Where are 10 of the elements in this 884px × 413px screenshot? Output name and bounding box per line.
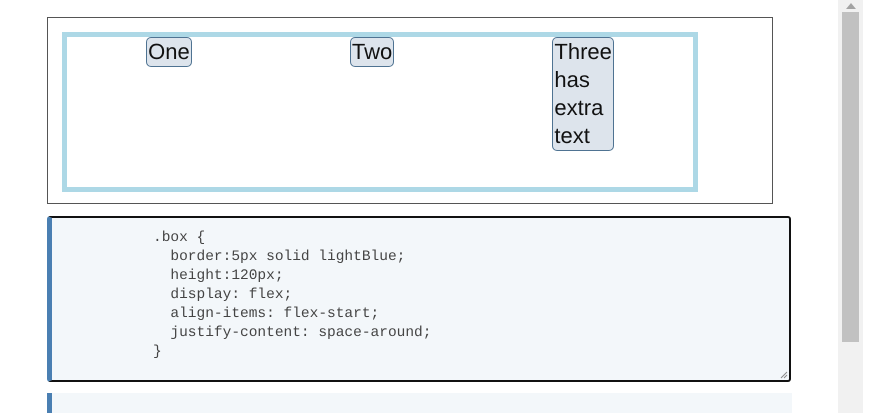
scroll-up-arrow-icon[interactable] — [846, 3, 856, 9]
scrollbar[interactable] — [838, 0, 863, 413]
scrollbar-thumb[interactable] — [842, 12, 859, 342]
code-text: .box { border:5px solid lightBlue; height:120px; display: flex; align-items: flex-start; justify-content: space-around; } — [153, 229, 432, 362]
flex-item: One — [146, 37, 192, 67]
flex-item: Three has extra text — [552, 37, 614, 151]
code-editor[interactable] — [47, 393, 792, 413]
resize-grip-icon[interactable] — [779, 370, 788, 380]
code-editor[interactable]: .box { border:5px solid lightBlue; height:120px; display: flex; align-items: flex-start; justify-content: space-around; } — [47, 216, 791, 382]
flex-item: Two — [350, 37, 394, 67]
